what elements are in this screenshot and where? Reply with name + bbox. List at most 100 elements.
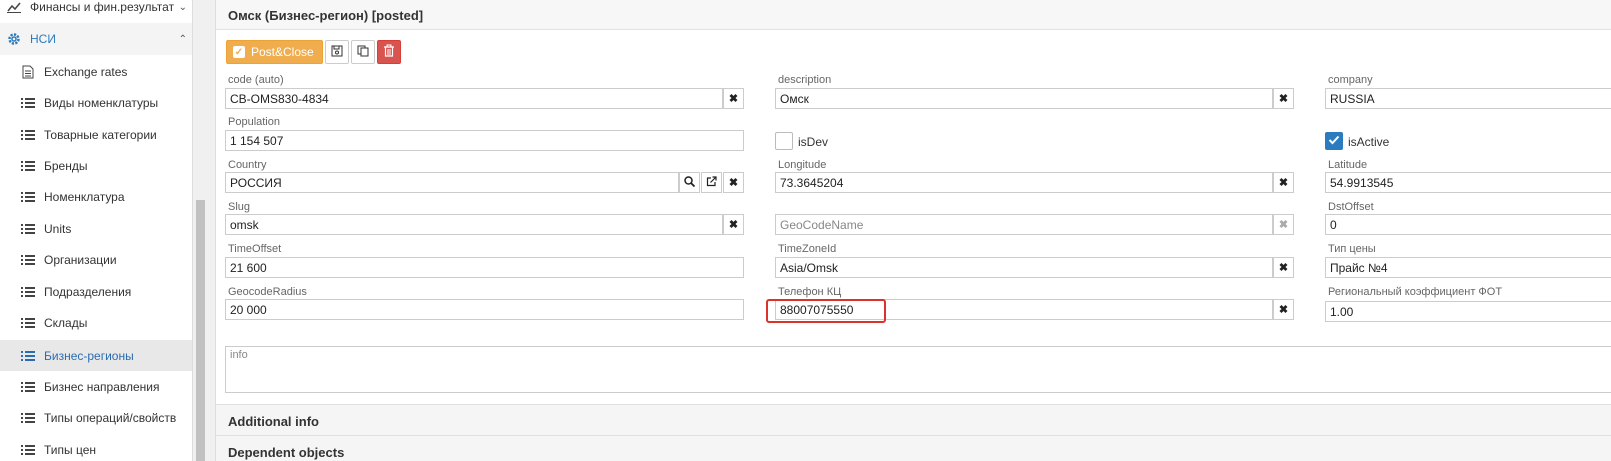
list-icon bbox=[20, 380, 36, 394]
sidebar-item-warehouses[interactable]: Склады bbox=[0, 308, 192, 338]
slug-value: omsk bbox=[230, 217, 259, 232]
additional-info-section[interactable]: Additional info bbox=[216, 404, 1611, 435]
country-search-button[interactable] bbox=[679, 172, 700, 193]
coef-label: Региональный коэффициент ФОТ bbox=[1328, 286, 1503, 298]
description-clear-button[interactable]: ✖ bbox=[1273, 88, 1294, 109]
timezone-clear-button[interactable]: ✖ bbox=[1273, 257, 1294, 278]
list-icon bbox=[20, 190, 36, 204]
floppy-disk-icon bbox=[331, 45, 343, 60]
sidebar-group-nsi[interactable]: НСИ ⌃ bbox=[0, 23, 192, 55]
geocoderadius-input[interactable]: 20 000 bbox=[225, 299, 744, 320]
geocodename-placeholder: GeoCodeName bbox=[780, 217, 864, 232]
coef-input[interactable]: 1.00 bbox=[1325, 301, 1611, 322]
phone-label: Телефон КЦ bbox=[778, 286, 842, 298]
company-label: company bbox=[1328, 74, 1373, 86]
list-icon bbox=[20, 285, 36, 299]
title-bar: Омск (Бизнес-регион) [posted] bbox=[216, 0, 1611, 30]
geocoderadius-value: 20 000 bbox=[230, 302, 267, 317]
search-icon bbox=[684, 175, 696, 190]
slug-clear-button[interactable]: ✖ bbox=[723, 214, 744, 235]
company-input[interactable]: RUSSIA bbox=[1325, 88, 1611, 109]
dstoffset-value: 0 bbox=[1330, 217, 1337, 232]
country-value: РОССИЯ bbox=[230, 175, 282, 190]
longitude-input[interactable]: 73.3645204 bbox=[775, 172, 1273, 193]
info-placeholder: info bbox=[230, 349, 248, 361]
latitude-input[interactable]: 54.9913545 bbox=[1325, 172, 1611, 193]
sidebar: Финансы и фин.результат ⌄ НСИ ⌃ Exchange… bbox=[0, 0, 193, 461]
timezone-input[interactable]: Asia/Omsk bbox=[775, 257, 1273, 278]
sidebar-item-operation-types[interactable]: Типы операций/свойств bbox=[0, 403, 192, 433]
sidebar-item-label: Exchange rates bbox=[44, 65, 128, 79]
list-icon bbox=[20, 253, 36, 267]
dstoffset-input[interactable]: 0 bbox=[1325, 214, 1611, 235]
sidebar-item-price-types[interactable]: Типы цен bbox=[0, 435, 192, 461]
close-icon: ✖ bbox=[1278, 177, 1289, 189]
close-icon: ✖ bbox=[1278, 93, 1289, 105]
company-value: RUSSIA bbox=[1330, 91, 1375, 106]
main-panel: Омск (Бизнес-регион) [posted] ✓ Post&Clo… bbox=[215, 0, 1611, 461]
pricetype-value: Прайс №4 bbox=[1330, 260, 1388, 275]
geocoderadius-label: GeocodeRadius bbox=[228, 286, 307, 298]
close-icon: ✖ bbox=[1278, 219, 1289, 231]
coef-value: 1.00 bbox=[1330, 304, 1354, 319]
sidebar-item-label: Бизнес направления bbox=[44, 380, 160, 394]
country-clear-button[interactable]: ✖ bbox=[723, 172, 744, 193]
trash-icon bbox=[383, 44, 395, 60]
population-label: Population bbox=[228, 116, 280, 128]
sidebar-group-label: НСИ bbox=[30, 32, 56, 46]
sidebar-item-business-directions[interactable]: Бизнес направления bbox=[0, 372, 192, 402]
additional-info-title: Additional info bbox=[228, 414, 319, 429]
sidebar-item-product-categories[interactable]: Товарные категории bbox=[0, 120, 192, 150]
sidebar-item-label: Виды номенклатуры bbox=[44, 96, 159, 110]
sidebar-scrollbar-thumb[interactable] bbox=[196, 200, 205, 461]
sidebar-item-units[interactable]: Units bbox=[0, 214, 192, 244]
list-icon bbox=[20, 222, 36, 236]
info-textarea[interactable]: info bbox=[225, 346, 1611, 393]
sidebar-item-nomenclature[interactable]: Номенклатура bbox=[0, 182, 192, 212]
close-icon: ✖ bbox=[1278, 262, 1289, 274]
longitude-clear-button[interactable]: ✖ bbox=[1273, 172, 1294, 193]
country-open-button[interactable] bbox=[701, 172, 722, 193]
sidebar-item-label: Units bbox=[44, 222, 72, 236]
dependent-objects-section[interactable]: Dependent objects bbox=[216, 435, 1611, 461]
chevron-up-icon[interactable]: ⌃ bbox=[179, 34, 187, 45]
checkmark-icon bbox=[1328, 134, 1340, 148]
sidebar-item-finance[interactable]: Финансы и фин.результат ⌄ bbox=[0, 0, 192, 22]
description-label: description bbox=[778, 74, 832, 86]
close-icon: ✖ bbox=[728, 93, 739, 105]
isactive-checkbox[interactable] bbox=[1325, 132, 1343, 150]
code-input[interactable]: CB-OMS830-4834 bbox=[225, 88, 723, 109]
sidebar-item-business-regions[interactable]: Бизнес-регионы bbox=[0, 340, 192, 371]
geocodename-input[interactable]: GeoCodeName bbox=[775, 214, 1273, 235]
sidebar-item-label: Типы операций/свойств bbox=[44, 411, 177, 425]
timeoffset-input[interactable]: 21 600 bbox=[225, 257, 744, 278]
sidebar-item-label: Типы цен bbox=[44, 443, 97, 457]
save-button[interactable] bbox=[324, 40, 349, 64]
population-input[interactable]: 1 154 507 bbox=[225, 130, 744, 151]
copy-button[interactable] bbox=[350, 40, 375, 64]
phone-clear-button[interactable]: ✖ bbox=[1273, 299, 1294, 320]
sidebar-item-nomenclature-types[interactable]: Виды номенклатуры bbox=[0, 88, 192, 118]
country-input[interactable]: РОССИЯ bbox=[225, 172, 679, 193]
isdev-checkbox[interactable] bbox=[775, 132, 793, 150]
chevron-down-icon[interactable]: ⌄ bbox=[179, 2, 187, 13]
sidebar-item-brands[interactable]: Бренды bbox=[0, 151, 192, 181]
delete-button[interactable] bbox=[376, 40, 401, 64]
list-icon bbox=[20, 349, 36, 363]
geocodename-clear-button[interactable]: ✖ bbox=[1273, 214, 1294, 235]
sidebar-item-label: Финансы и фин.результат bbox=[30, 0, 175, 14]
description-input[interactable]: Омск bbox=[775, 88, 1273, 109]
sidebar-item-exchange-rates[interactable]: Exchange rates bbox=[0, 57, 192, 87]
post-close-button[interactable]: ✓ Post&Close bbox=[226, 40, 323, 64]
close-icon: ✖ bbox=[728, 219, 739, 231]
slug-input[interactable]: omsk bbox=[225, 214, 723, 235]
pricetype-input[interactable]: Прайс №4 bbox=[1325, 257, 1611, 278]
gear-icon bbox=[6, 32, 22, 46]
latitude-label: Latitude bbox=[1328, 159, 1368, 171]
sidebar-item-departments[interactable]: Подразделения bbox=[0, 277, 192, 307]
sidebar-item-label: Организации bbox=[44, 253, 117, 267]
code-clear-button[interactable]: ✖ bbox=[723, 88, 744, 109]
close-icon: ✖ bbox=[1278, 304, 1289, 316]
sidebar-item-label: Склады bbox=[44, 316, 88, 330]
sidebar-item-organizations[interactable]: Организации bbox=[0, 245, 192, 275]
